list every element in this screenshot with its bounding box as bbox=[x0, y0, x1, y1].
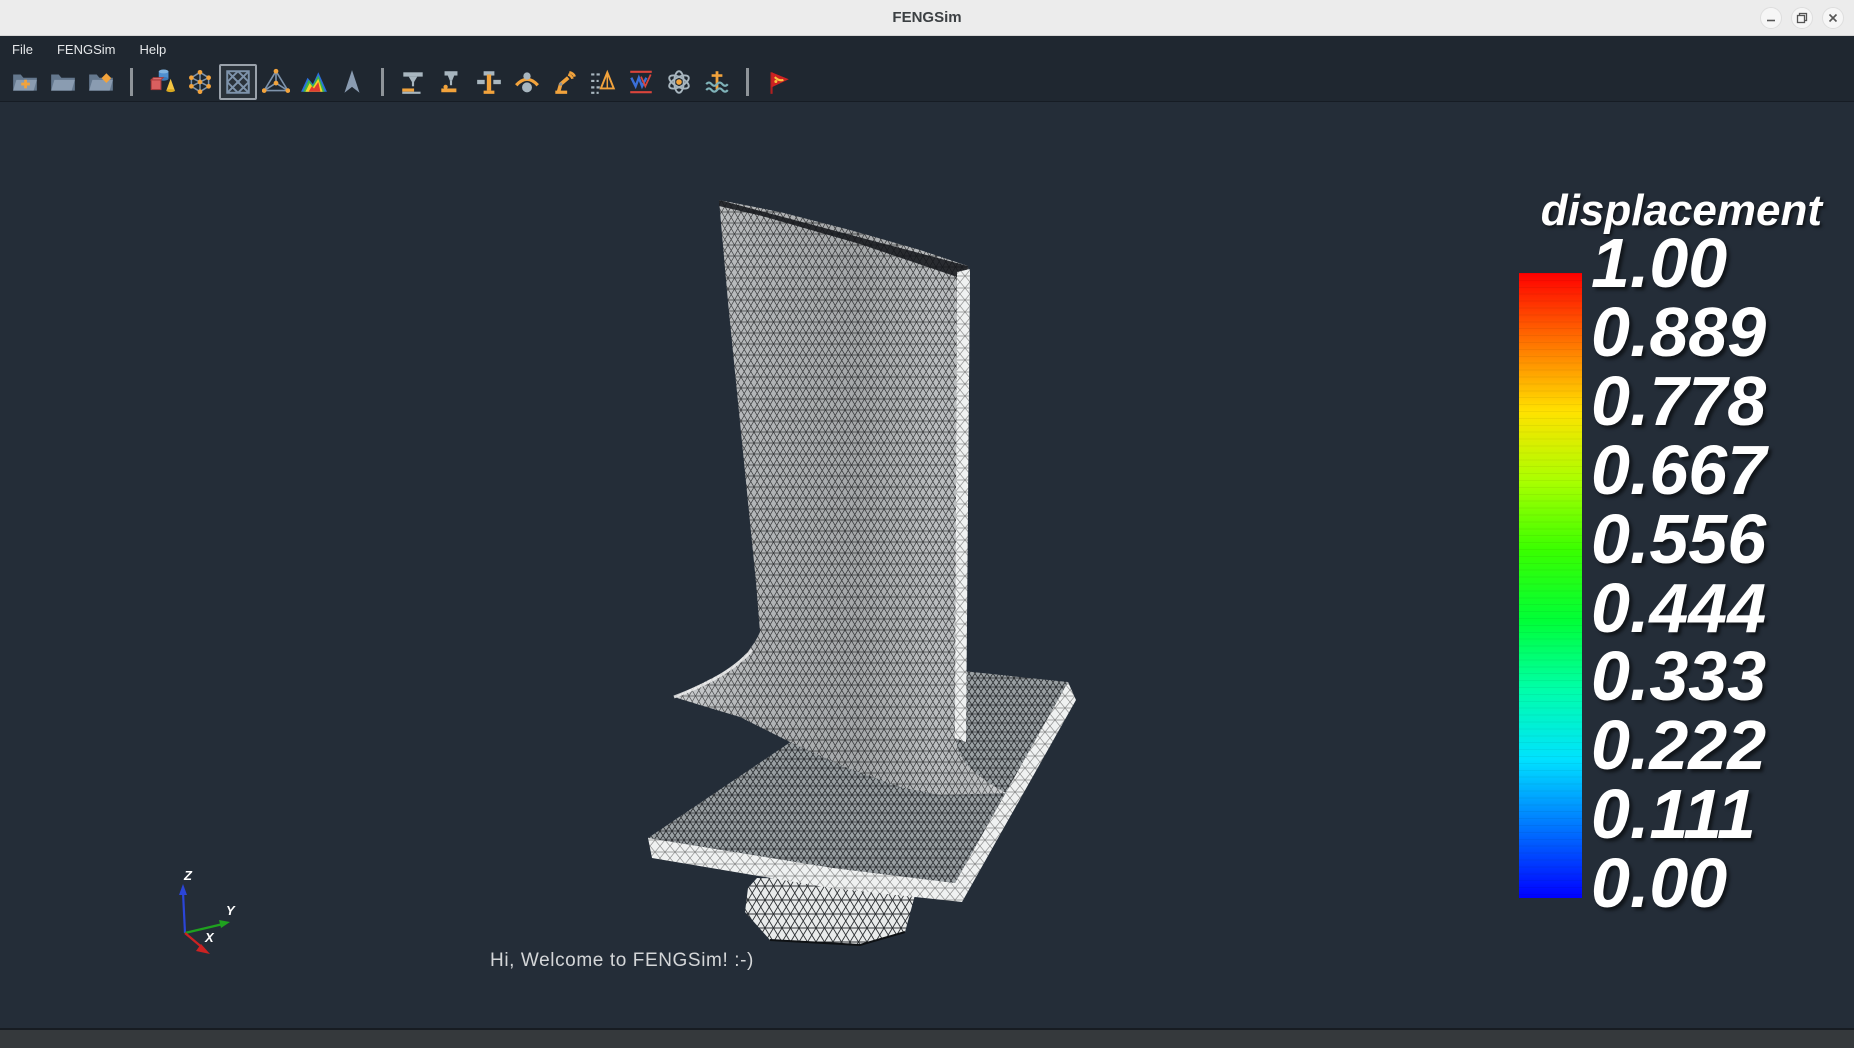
new-project-button[interactable] bbox=[6, 64, 44, 100]
legend-label: 0.111 bbox=[1591, 780, 1766, 849]
minimize-button[interactable] bbox=[1760, 7, 1782, 29]
menubar: File FENGSim Help bbox=[0, 36, 1854, 62]
fixture-cross-icon bbox=[475, 68, 503, 96]
robot-arm-button[interactable] bbox=[546, 64, 584, 100]
mesh-grid-button[interactable] bbox=[219, 64, 257, 100]
legend-label: 0.00 bbox=[1591, 849, 1766, 918]
folder-import-icon bbox=[87, 68, 115, 96]
toolbar-separator bbox=[746, 68, 749, 96]
geometry-shapes-icon bbox=[148, 68, 176, 96]
minimize-icon bbox=[1765, 12, 1777, 24]
pick-arrow-icon bbox=[338, 68, 366, 96]
measure-scan-icon bbox=[589, 68, 617, 96]
surface-plot-icon bbox=[300, 68, 328, 96]
legend-labels: 1.00 0.889 0.778 0.667 0.556 0.444 0.333… bbox=[1591, 229, 1766, 918]
legend-label: 0.889 bbox=[1591, 298, 1766, 367]
robot-button[interactable] bbox=[508, 64, 546, 100]
machine-b-button[interactable] bbox=[432, 64, 470, 100]
import-file-button[interactable] bbox=[82, 64, 120, 100]
axis-x-label: X bbox=[204, 930, 215, 945]
geometry-button[interactable] bbox=[143, 64, 181, 100]
maximize-icon bbox=[1796, 12, 1808, 24]
legend-label: 0.333 bbox=[1591, 642, 1766, 711]
fengsim-flag-icon bbox=[764, 68, 792, 96]
legend-label: 0.444 bbox=[1591, 574, 1766, 643]
axis-triad: Z Y X bbox=[150, 862, 270, 982]
statusbar bbox=[0, 1028, 1854, 1048]
axis-z-label: Z bbox=[183, 868, 193, 883]
measure-button[interactable] bbox=[584, 64, 622, 100]
titlebar: FENGSim bbox=[0, 0, 1854, 36]
signal-button[interactable] bbox=[622, 64, 660, 100]
legend-label: 1.00 bbox=[1591, 229, 1766, 298]
ocean-probe-icon bbox=[703, 68, 731, 96]
ocean-button[interactable] bbox=[698, 64, 736, 100]
folder-open-icon bbox=[49, 68, 77, 96]
mesh-atom-icon bbox=[186, 68, 214, 96]
machine-a-button[interactable] bbox=[394, 64, 432, 100]
window-controls bbox=[1760, 7, 1844, 29]
legend-label: 0.667 bbox=[1591, 436, 1766, 505]
legend-label: 0.556 bbox=[1591, 505, 1766, 574]
menu-fengsim[interactable]: FENGSim bbox=[57, 42, 116, 57]
maximize-button[interactable] bbox=[1791, 7, 1813, 29]
tetrahedron-button[interactable] bbox=[257, 64, 295, 100]
close-button[interactable] bbox=[1822, 7, 1844, 29]
mesh-atom-button[interactable] bbox=[181, 64, 219, 100]
mesh-grid-icon bbox=[224, 68, 252, 96]
welcome-message: Hi, Welcome to FENGSim! :-) bbox=[490, 950, 754, 972]
machine-tool-icon bbox=[437, 68, 465, 96]
toolbar bbox=[0, 62, 1854, 102]
axis-y-label: Y bbox=[226, 903, 236, 918]
legend-label: 0.222 bbox=[1591, 711, 1766, 780]
pick-button[interactable] bbox=[333, 64, 371, 100]
viewport-3d: displacement 1.00 0.889 0.778 0.667 0.55… bbox=[0, 102, 1854, 1028]
open-file-button[interactable] bbox=[44, 64, 82, 100]
toolbar-separator bbox=[130, 68, 133, 96]
fixture-button[interactable] bbox=[470, 64, 508, 100]
legend-colorbar bbox=[1519, 273, 1582, 898]
legend-label: 0.778 bbox=[1591, 367, 1766, 436]
surface-plot-button[interactable] bbox=[295, 64, 333, 100]
menu-help[interactable]: Help bbox=[139, 42, 166, 57]
physics-button[interactable] bbox=[660, 64, 698, 100]
tetrahedron-icon bbox=[262, 68, 290, 96]
window-title: FENGSim bbox=[892, 9, 961, 26]
signal-wave-icon bbox=[627, 68, 655, 96]
robot-person-icon bbox=[513, 68, 541, 96]
machine-gantry-icon bbox=[399, 68, 427, 96]
fengsim-flag-button[interactable] bbox=[759, 64, 797, 100]
toolbar-separator bbox=[381, 68, 384, 96]
folder-new-icon bbox=[11, 68, 39, 96]
robot-arm-icon bbox=[551, 68, 579, 96]
atom-icon bbox=[665, 68, 693, 96]
blade-trailing-edge bbox=[955, 269, 970, 742]
menu-file[interactable]: File bbox=[12, 42, 33, 57]
close-icon bbox=[1827, 12, 1839, 24]
